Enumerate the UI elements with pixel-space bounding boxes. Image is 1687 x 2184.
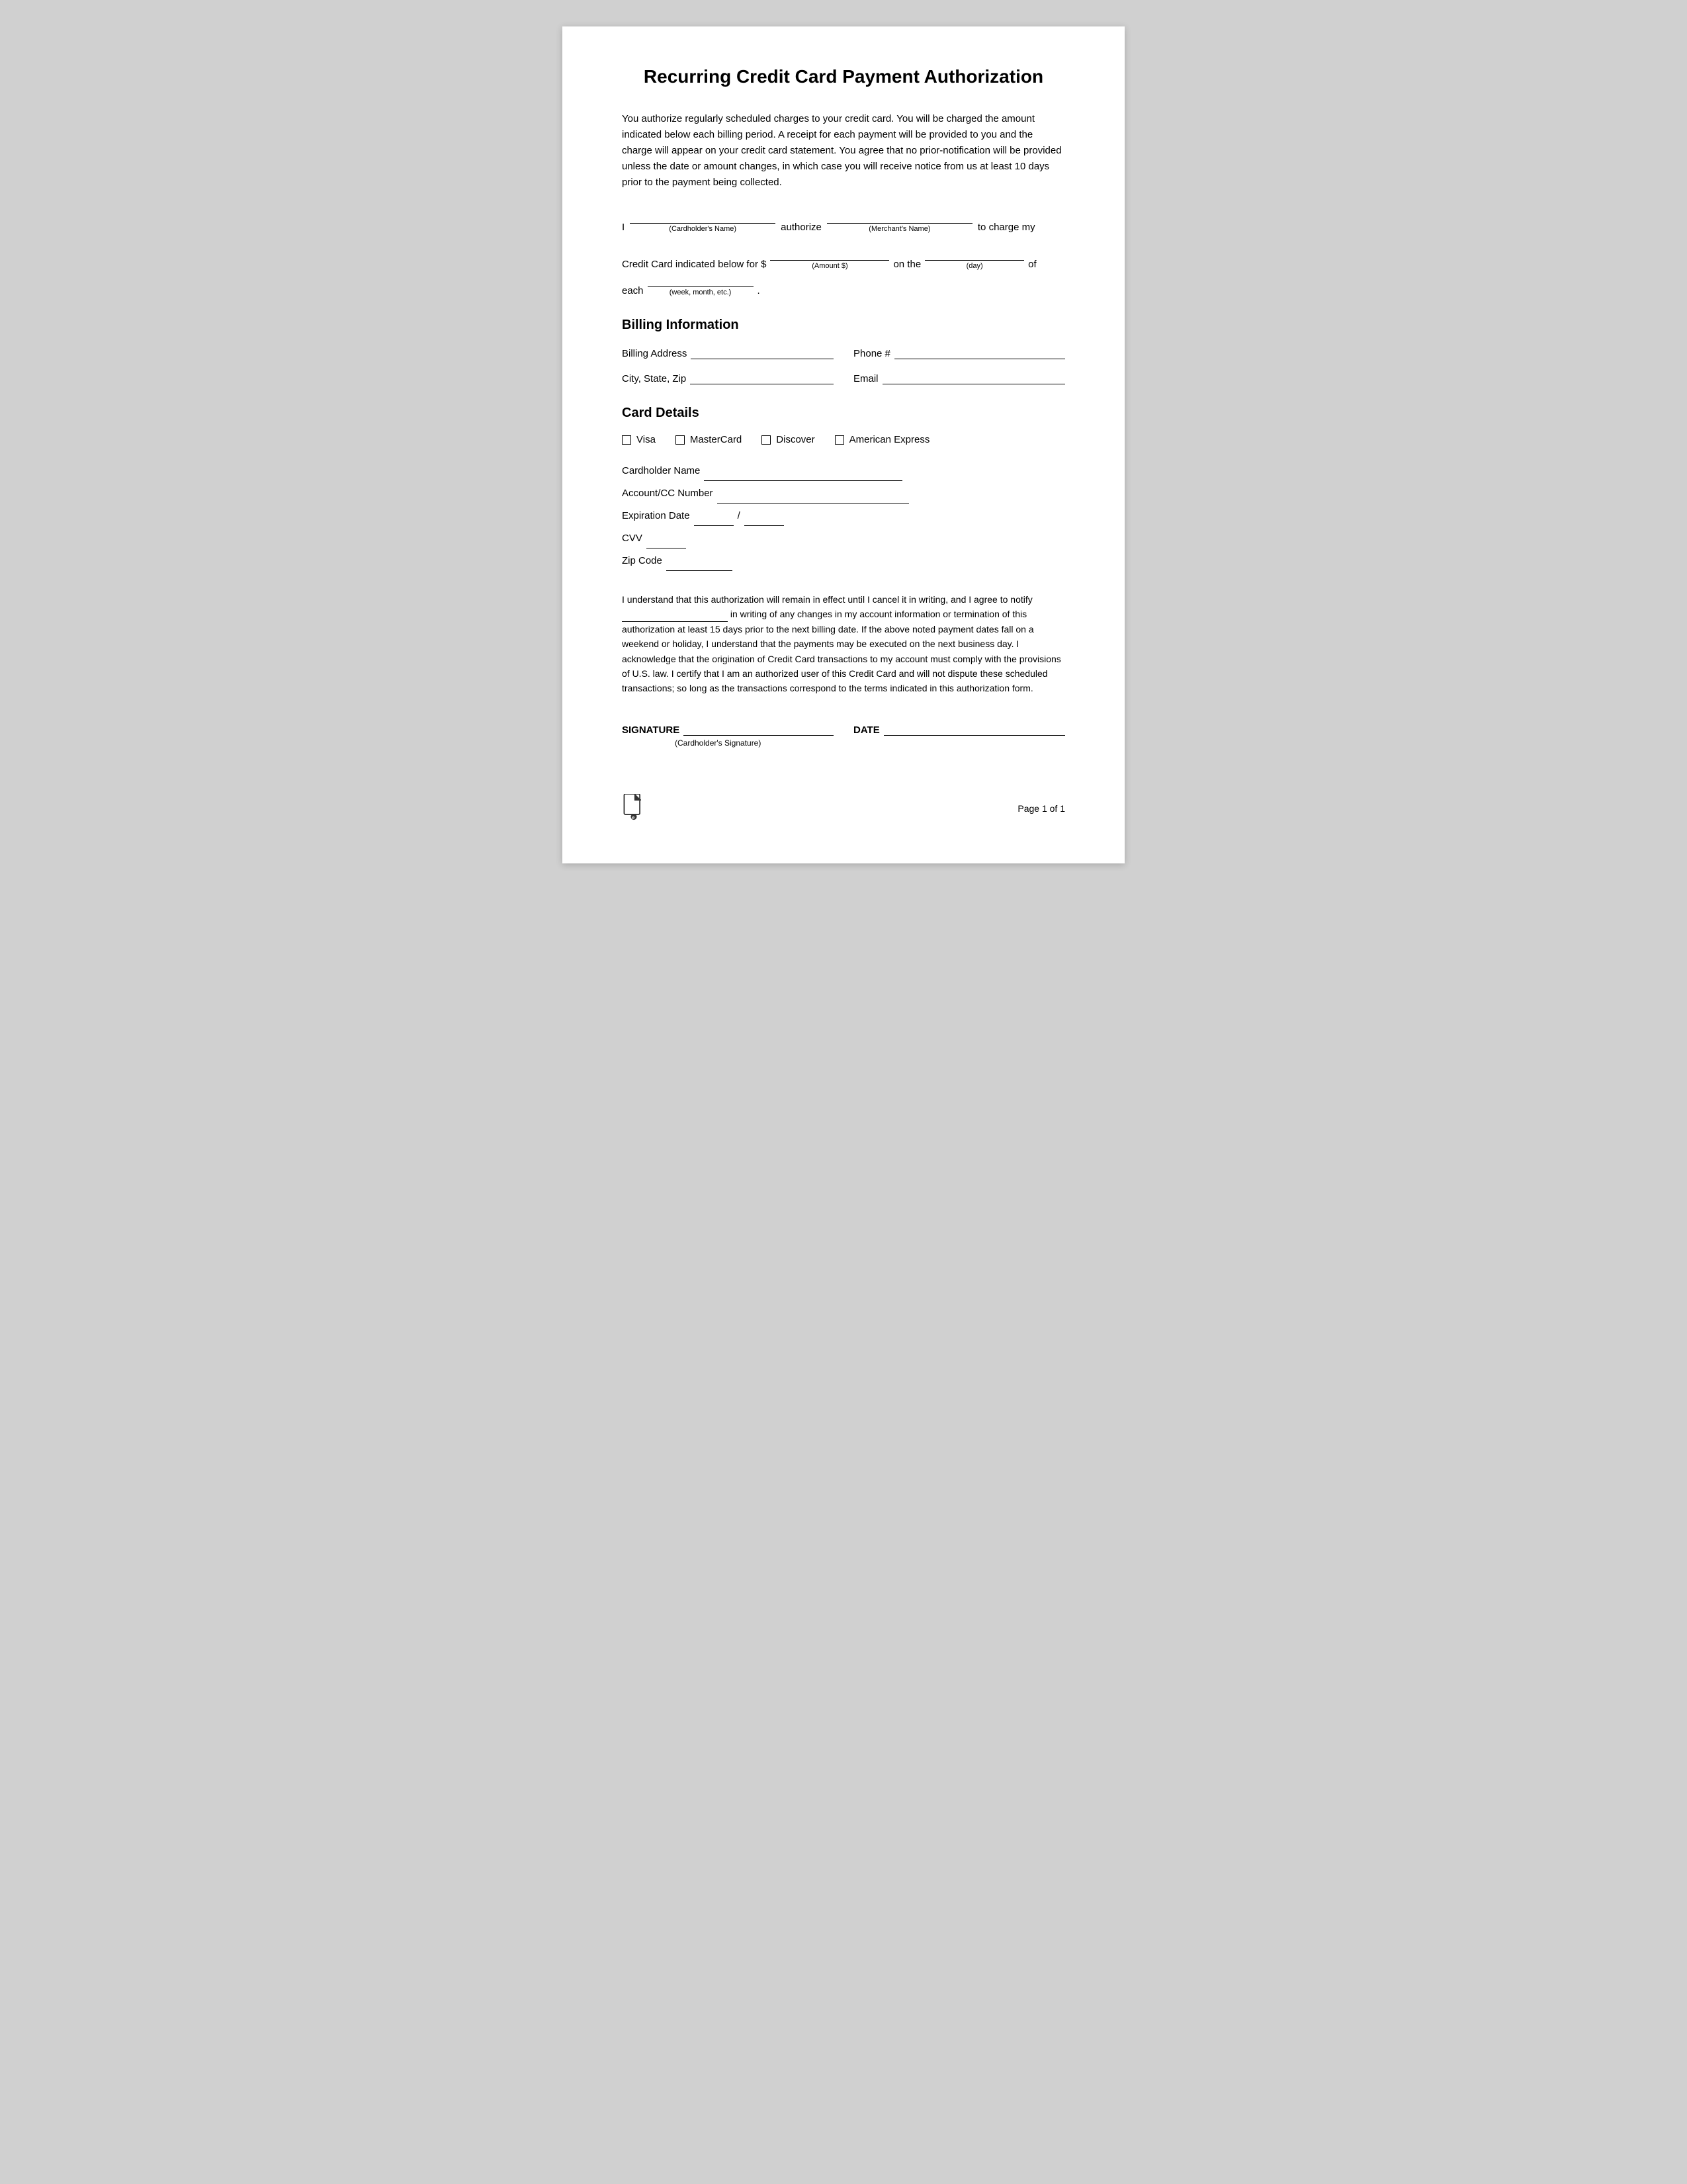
day-label: (day) bbox=[967, 262, 983, 270]
cvv-row: CVV bbox=[622, 529, 1065, 548]
cvv-label: CVV bbox=[622, 529, 642, 548]
authorize-text: authorize bbox=[781, 222, 822, 233]
city-state-zip-line bbox=[690, 371, 834, 384]
phone-line bbox=[894, 346, 1065, 359]
merchant-name-line bbox=[827, 212, 973, 224]
amex-checkbox[interactable] bbox=[835, 435, 844, 445]
footer-icon: e bbox=[622, 794, 646, 824]
period-punctuation: . bbox=[757, 285, 760, 296]
phone-label: Phone # bbox=[853, 348, 890, 359]
each-text: each bbox=[622, 285, 644, 296]
cc-text1: Credit Card indicated below for $ bbox=[622, 259, 766, 270]
expiration-date-label: Expiration Date bbox=[622, 506, 690, 526]
merchant-name-group: (Merchant's Name) bbox=[827, 212, 973, 233]
page-footer: e Page 1 of 1 bbox=[622, 787, 1065, 824]
cardholder-name-row: Cardholder Name bbox=[622, 461, 1065, 481]
mastercard-option[interactable]: MasterCard bbox=[675, 434, 742, 445]
period-group: (week, month, etc.) bbox=[648, 275, 754, 296]
account-number-line bbox=[717, 490, 909, 503]
to-charge-text: to charge my bbox=[978, 222, 1035, 233]
expiration-date-row: Expiration Date / bbox=[622, 506, 1065, 526]
account-number-row: Account/CC Number bbox=[622, 484, 1065, 503]
billing-grid: Billing Address Phone # City, State, Zip… bbox=[622, 346, 1065, 384]
zip-code-row: Zip Code bbox=[622, 551, 1065, 571]
email-field: Email bbox=[853, 371, 1065, 384]
billing-address-label: Billing Address bbox=[622, 348, 687, 359]
charge-line: Credit Card indicated below for $ (Amoun… bbox=[622, 249, 1065, 270]
cardholder-name-field-label: Cardholder Name bbox=[622, 461, 700, 481]
authorize-line: I (Cardholder's Name) authorize (Merchan… bbox=[622, 212, 1065, 233]
cvv-line bbox=[646, 535, 686, 548]
mastercard-checkbox[interactable] bbox=[675, 435, 685, 445]
of-text: of bbox=[1028, 259, 1037, 270]
amount-label: (Amount $) bbox=[812, 262, 847, 270]
date-top: DATE bbox=[853, 722, 1065, 736]
cardholder-label: (Cardholder's Name) bbox=[669, 225, 736, 233]
legal-paragraph: I understand that this authorization wil… bbox=[622, 592, 1065, 696]
day-group: (day) bbox=[925, 249, 1024, 270]
email-line bbox=[883, 371, 1065, 384]
day-line bbox=[925, 249, 1024, 261]
signature-line bbox=[683, 722, 834, 736]
document-icon: e bbox=[622, 794, 646, 820]
signature-label: SIGNATURE bbox=[622, 724, 679, 736]
expiration-yy-line bbox=[744, 513, 784, 526]
card-details-heading: Card Details bbox=[622, 406, 1065, 421]
cardholder-name-field-line bbox=[704, 468, 902, 481]
merchant-label: (Merchant's Name) bbox=[869, 225, 930, 233]
mastercard-label: MasterCard bbox=[690, 434, 742, 445]
billing-address-field: Billing Address bbox=[622, 346, 834, 359]
authorize-section: I (Cardholder's Name) authorize (Merchan… bbox=[622, 212, 1065, 233]
phone-field: Phone # bbox=[853, 346, 1065, 359]
credit-card-section: Credit Card indicated below for $ (Amoun… bbox=[622, 249, 1065, 296]
svg-text:e: e bbox=[632, 814, 634, 820]
signature-section: SIGNATURE (Cardholder's Signature) DATE bbox=[622, 722, 1065, 748]
discover-checkbox[interactable] bbox=[761, 435, 771, 445]
date-line bbox=[884, 722, 1065, 736]
card-types-row: Visa MasterCard Discover American Expres… bbox=[622, 434, 1065, 445]
city-state-zip-label: City, State, Zip bbox=[622, 373, 686, 384]
i-text: I bbox=[622, 222, 625, 233]
amex-label: American Express bbox=[849, 434, 930, 445]
visa-checkbox[interactable] bbox=[622, 435, 631, 445]
account-number-label: Account/CC Number bbox=[622, 484, 713, 503]
intro-paragraph: You authorize regularly scheduled charge… bbox=[622, 111, 1065, 191]
expiration-slash: / bbox=[738, 506, 740, 526]
amount-line bbox=[770, 249, 889, 261]
period-line bbox=[648, 275, 754, 287]
page-title: Recurring Credit Card Payment Authorizat… bbox=[622, 66, 1065, 87]
signature-field: SIGNATURE (Cardholder's Signature) bbox=[622, 722, 834, 748]
discover-option[interactable]: Discover bbox=[761, 434, 814, 445]
zip-code-line bbox=[666, 558, 732, 571]
email-label: Email bbox=[853, 373, 879, 384]
visa-label: Visa bbox=[636, 434, 656, 445]
city-state-zip-field: City, State, Zip bbox=[622, 371, 834, 384]
each-line: each (week, month, etc.) . bbox=[622, 275, 1065, 296]
expiration-mm-line bbox=[694, 513, 734, 526]
amex-option[interactable]: American Express bbox=[835, 434, 930, 445]
on-the-text: on the bbox=[893, 259, 921, 270]
cardholder-name-line bbox=[630, 212, 775, 224]
page-number: Page 1 of 1 bbox=[1017, 803, 1065, 814]
billing-address-line bbox=[691, 346, 834, 359]
cardholder-name-group: (Cardholder's Name) bbox=[630, 212, 775, 233]
billing-heading: Billing Information bbox=[622, 318, 1065, 333]
document-page: Recurring Credit Card Payment Authorizat… bbox=[562, 26, 1125, 863]
amount-group: (Amount $) bbox=[770, 249, 889, 270]
card-details-fields: Cardholder Name Account/CC Number Expira… bbox=[622, 461, 1065, 571]
date-field: DATE bbox=[853, 722, 1065, 748]
signature-sublabel: (Cardholder's Signature) bbox=[622, 738, 761, 748]
period-label: (week, month, etc.) bbox=[670, 288, 732, 296]
visa-option[interactable]: Visa bbox=[622, 434, 656, 445]
zip-code-label: Zip Code bbox=[622, 551, 662, 571]
discover-label: Discover bbox=[776, 434, 814, 445]
signature-top: SIGNATURE bbox=[622, 722, 834, 736]
legal-inline-line bbox=[622, 610, 728, 622]
date-label: DATE bbox=[853, 724, 880, 736]
